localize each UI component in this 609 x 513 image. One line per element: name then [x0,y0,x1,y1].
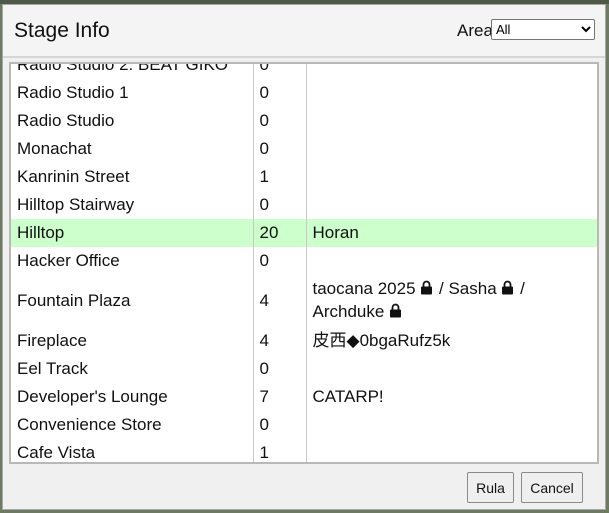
stage-name: Convenience Store [11,411,254,439]
stage-name: Radio Studio 1 [11,79,254,107]
cancel-button[interactable]: Cancel [521,472,583,503]
stage-name: Fountain Plaza [11,275,254,327]
stage-info-dialog: Stage Info Area All Radio Studio 2: BEAT… [2,4,606,510]
stage-row[interactable]: Cafe Vista 1 [11,439,597,462]
stage-user-count: 0 [253,135,307,163]
stage-row[interactable]: Eel Track 0 [11,355,597,383]
stage-users [306,247,597,275]
ok-button[interactable]: Rula [467,472,514,503]
user-name: taocana 2025 [312,279,416,298]
stage-user-count: 0 [253,191,307,219]
stage-user-count: 4 [253,327,307,355]
user-name: Sasha [448,279,497,298]
stage-row[interactable]: Kanrinin Street 1 [11,163,597,191]
stage-name: Hacker Office [11,247,254,275]
stage-name: Kanrinin Street [11,163,254,191]
stage-name: Fireplace [11,327,254,355]
stage-name: Hilltop [11,219,254,247]
stage-users: CATARP! [306,383,597,411]
stage-user-count: 0 [253,247,307,275]
stage-name: Monachat [11,135,254,163]
user-name: Horan [312,223,359,242]
dialog-titlebar: Stage Info Area All [3,5,605,58]
stage-row[interactable]: Radio Studio 10 [11,79,597,107]
area-label: Area [457,21,493,40]
stage-users [306,135,597,163]
stage-list[interactable]: Radio Studio 2: BEAT GIKO 0 Radio Studio 1… [9,62,599,464]
stage-row[interactable]: Convenience Store 0 [11,411,597,439]
stage-name: Cafe Vista [11,439,254,462]
lock-icon [420,279,434,301]
stage-row[interactable]: Radio Studio 2: BEAT GIKO 0 [11,64,597,79]
stage-users: 皮西◆0bgaRufz5k [306,327,597,355]
stage-user-count: 0 [253,411,307,439]
stage-user-count: 20 [253,219,307,247]
stage-users [306,191,597,219]
stage-name: Developer's Lounge [11,383,254,411]
stage-users [306,163,597,191]
user-name: Archduke [312,302,385,321]
stage-user-count: 7 [253,383,307,411]
stage-name: Radio Studio [11,107,254,135]
stage-user-count: 0 [253,64,307,79]
stage-users [306,107,597,135]
stage-user-count: 4 [253,275,307,327]
user-name: CATARP! [312,387,384,406]
stage-user-count: 0 [253,107,307,135]
stage-name: Eel Track [11,355,254,383]
stage-users [306,439,597,462]
stage-row[interactable]: Hilltop 20 Horan [11,219,597,247]
stage-row[interactable]: Hilltop Stairway 0 [11,191,597,219]
stage-user-count: 0 [253,79,307,107]
stage-users [306,79,597,107]
stage-row[interactable]: Monachat 0 [11,135,597,163]
user-name: 皮西◆0bgaRufz5k [312,331,451,350]
stage-users [306,64,597,79]
area-select[interactable]: All [491,19,595,40]
stage-user-count: 1 [253,439,307,462]
stage-users [306,411,597,439]
stage-user-count: 1 [253,163,307,191]
stage-row[interactable]: Hacker Office 0 [11,247,597,275]
stage-users: taocana 2025 / Sasha / Archduke [306,275,597,327]
stage-table: Radio Studio 2: BEAT GIKO 0 Radio Studio 1… [11,64,597,462]
lock-icon [501,279,515,301]
stage-name: Radio Studio 2: BEAT GIKO [11,64,254,79]
dialog-title: Stage Info [14,19,110,42]
stage-users [306,355,597,383]
stage-name: Hilltop Stairway [11,191,254,219]
stage-row[interactable]: Radio Studio 0 [11,107,597,135]
stage-users: Horan [306,219,597,247]
lock-icon [389,302,403,324]
stage-user-count: 0 [253,355,307,383]
stage-row[interactable]: Fireplace 4 皮西◆0bgaRufz5k [11,327,597,355]
stage-row[interactable]: Developer's Lounge 7 CATARP! [11,383,597,411]
stage-row[interactable]: Fountain Plaza 4 taocana 2025 / Sasha / Ar… [11,275,597,327]
